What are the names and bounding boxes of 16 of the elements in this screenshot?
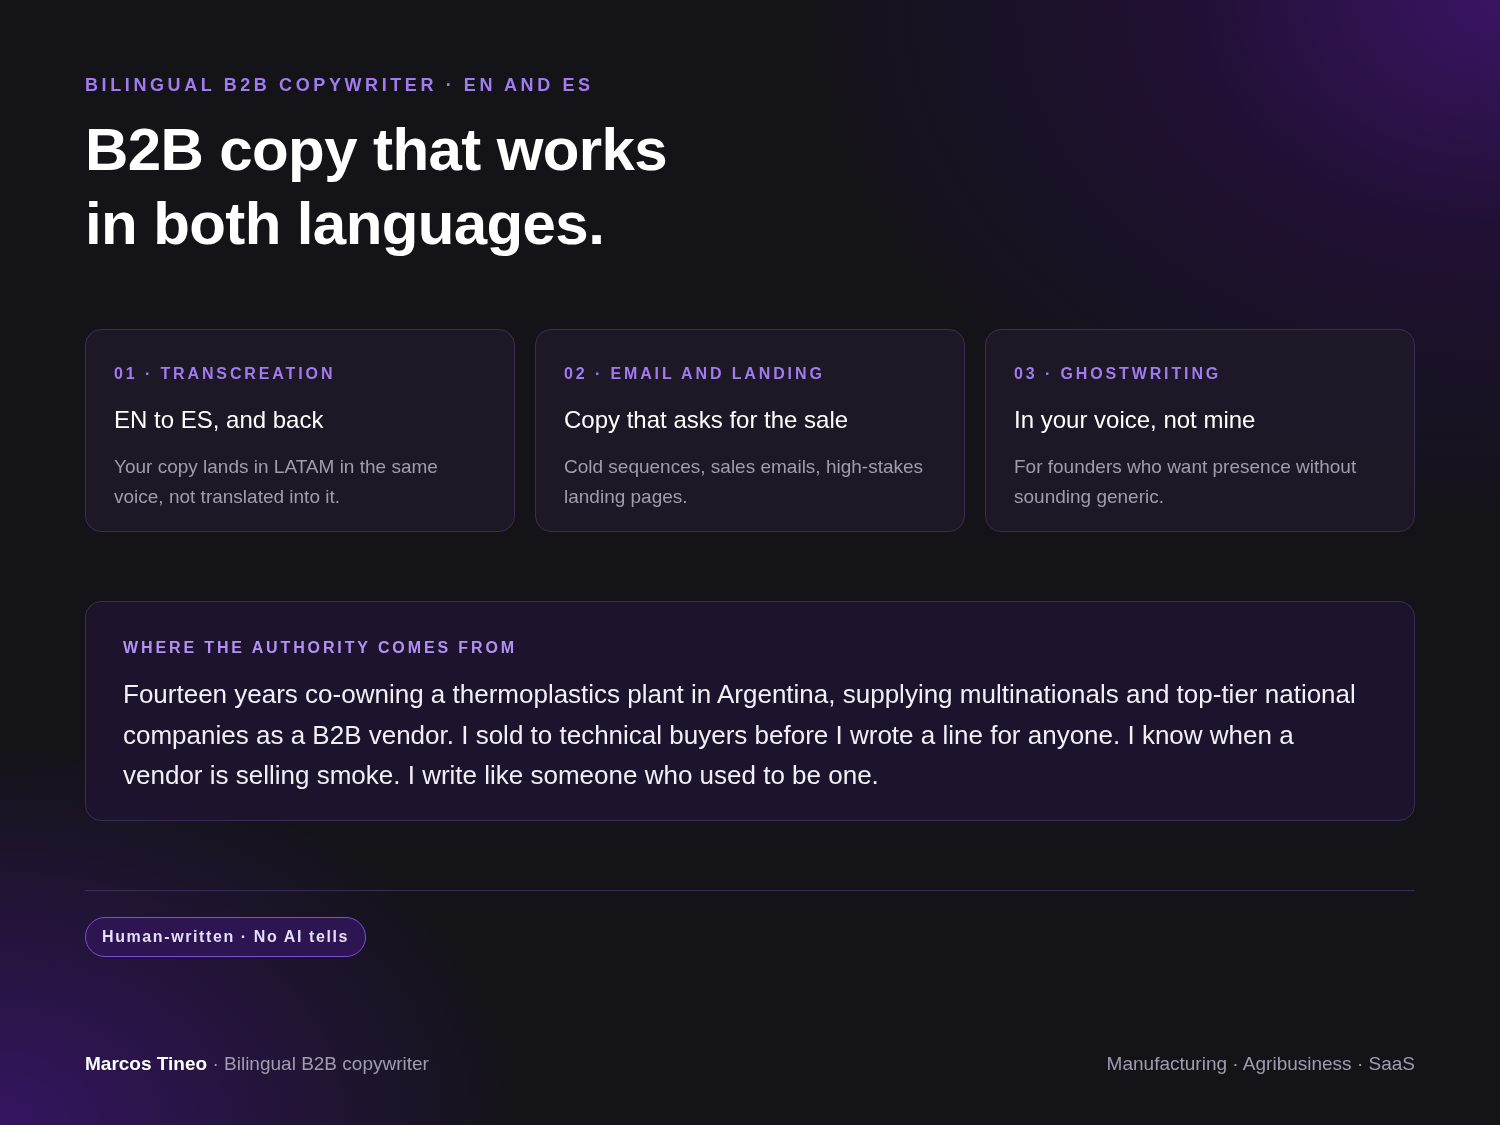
card-title: In your voice, not mine <box>1014 405 1257 435</box>
card-label: 01 · TRANSCREATION <box>114 364 337 384</box>
card-label: 02 · EMAIL AND LANDING <box>564 364 826 384</box>
headline: B2B copy that works in both languages. <box>85 115 668 259</box>
badge: Human-written · No AI tells <box>85 917 367 957</box>
card-description: Cold sequences, sales emails, high-stakes landing pages. <box>564 455 925 509</box>
card-description: For founders who want presence without sounding generic. <box>1014 455 1358 509</box>
sectors-text: Manufacturing · Agribusiness · SaaS <box>1106 1052 1415 1076</box>
card-description: Your copy lands in LATAM in the same voice, not translated into it. <box>114 455 439 509</box>
card-title: EN to ES, and back <box>114 405 325 435</box>
section-label: WHERE THE AUTHORITY COMES FROM <box>123 638 518 658</box>
eyebrow-text: BILINGUAL B2B COPYWRITER · EN AND ES <box>85 74 594 97</box>
authority-paragraph: Fourteen years co-owning a thermoplastics plant in Argentina, supplying multinationals and top-tier national companies as a B2B vendor. I sold to technical buyers before I wrote a line for anyone. I know when a vendor is selling smoke. I write like someone who used to be one. <box>123 678 1357 792</box>
card-title: Copy that asks for the sale <box>564 405 850 435</box>
author-byline: Marcos Tineo · Bilingual B2B copywriter <box>85 1052 429 1076</box>
card-label: 03 · GHOSTWRITING <box>1014 364 1223 384</box>
